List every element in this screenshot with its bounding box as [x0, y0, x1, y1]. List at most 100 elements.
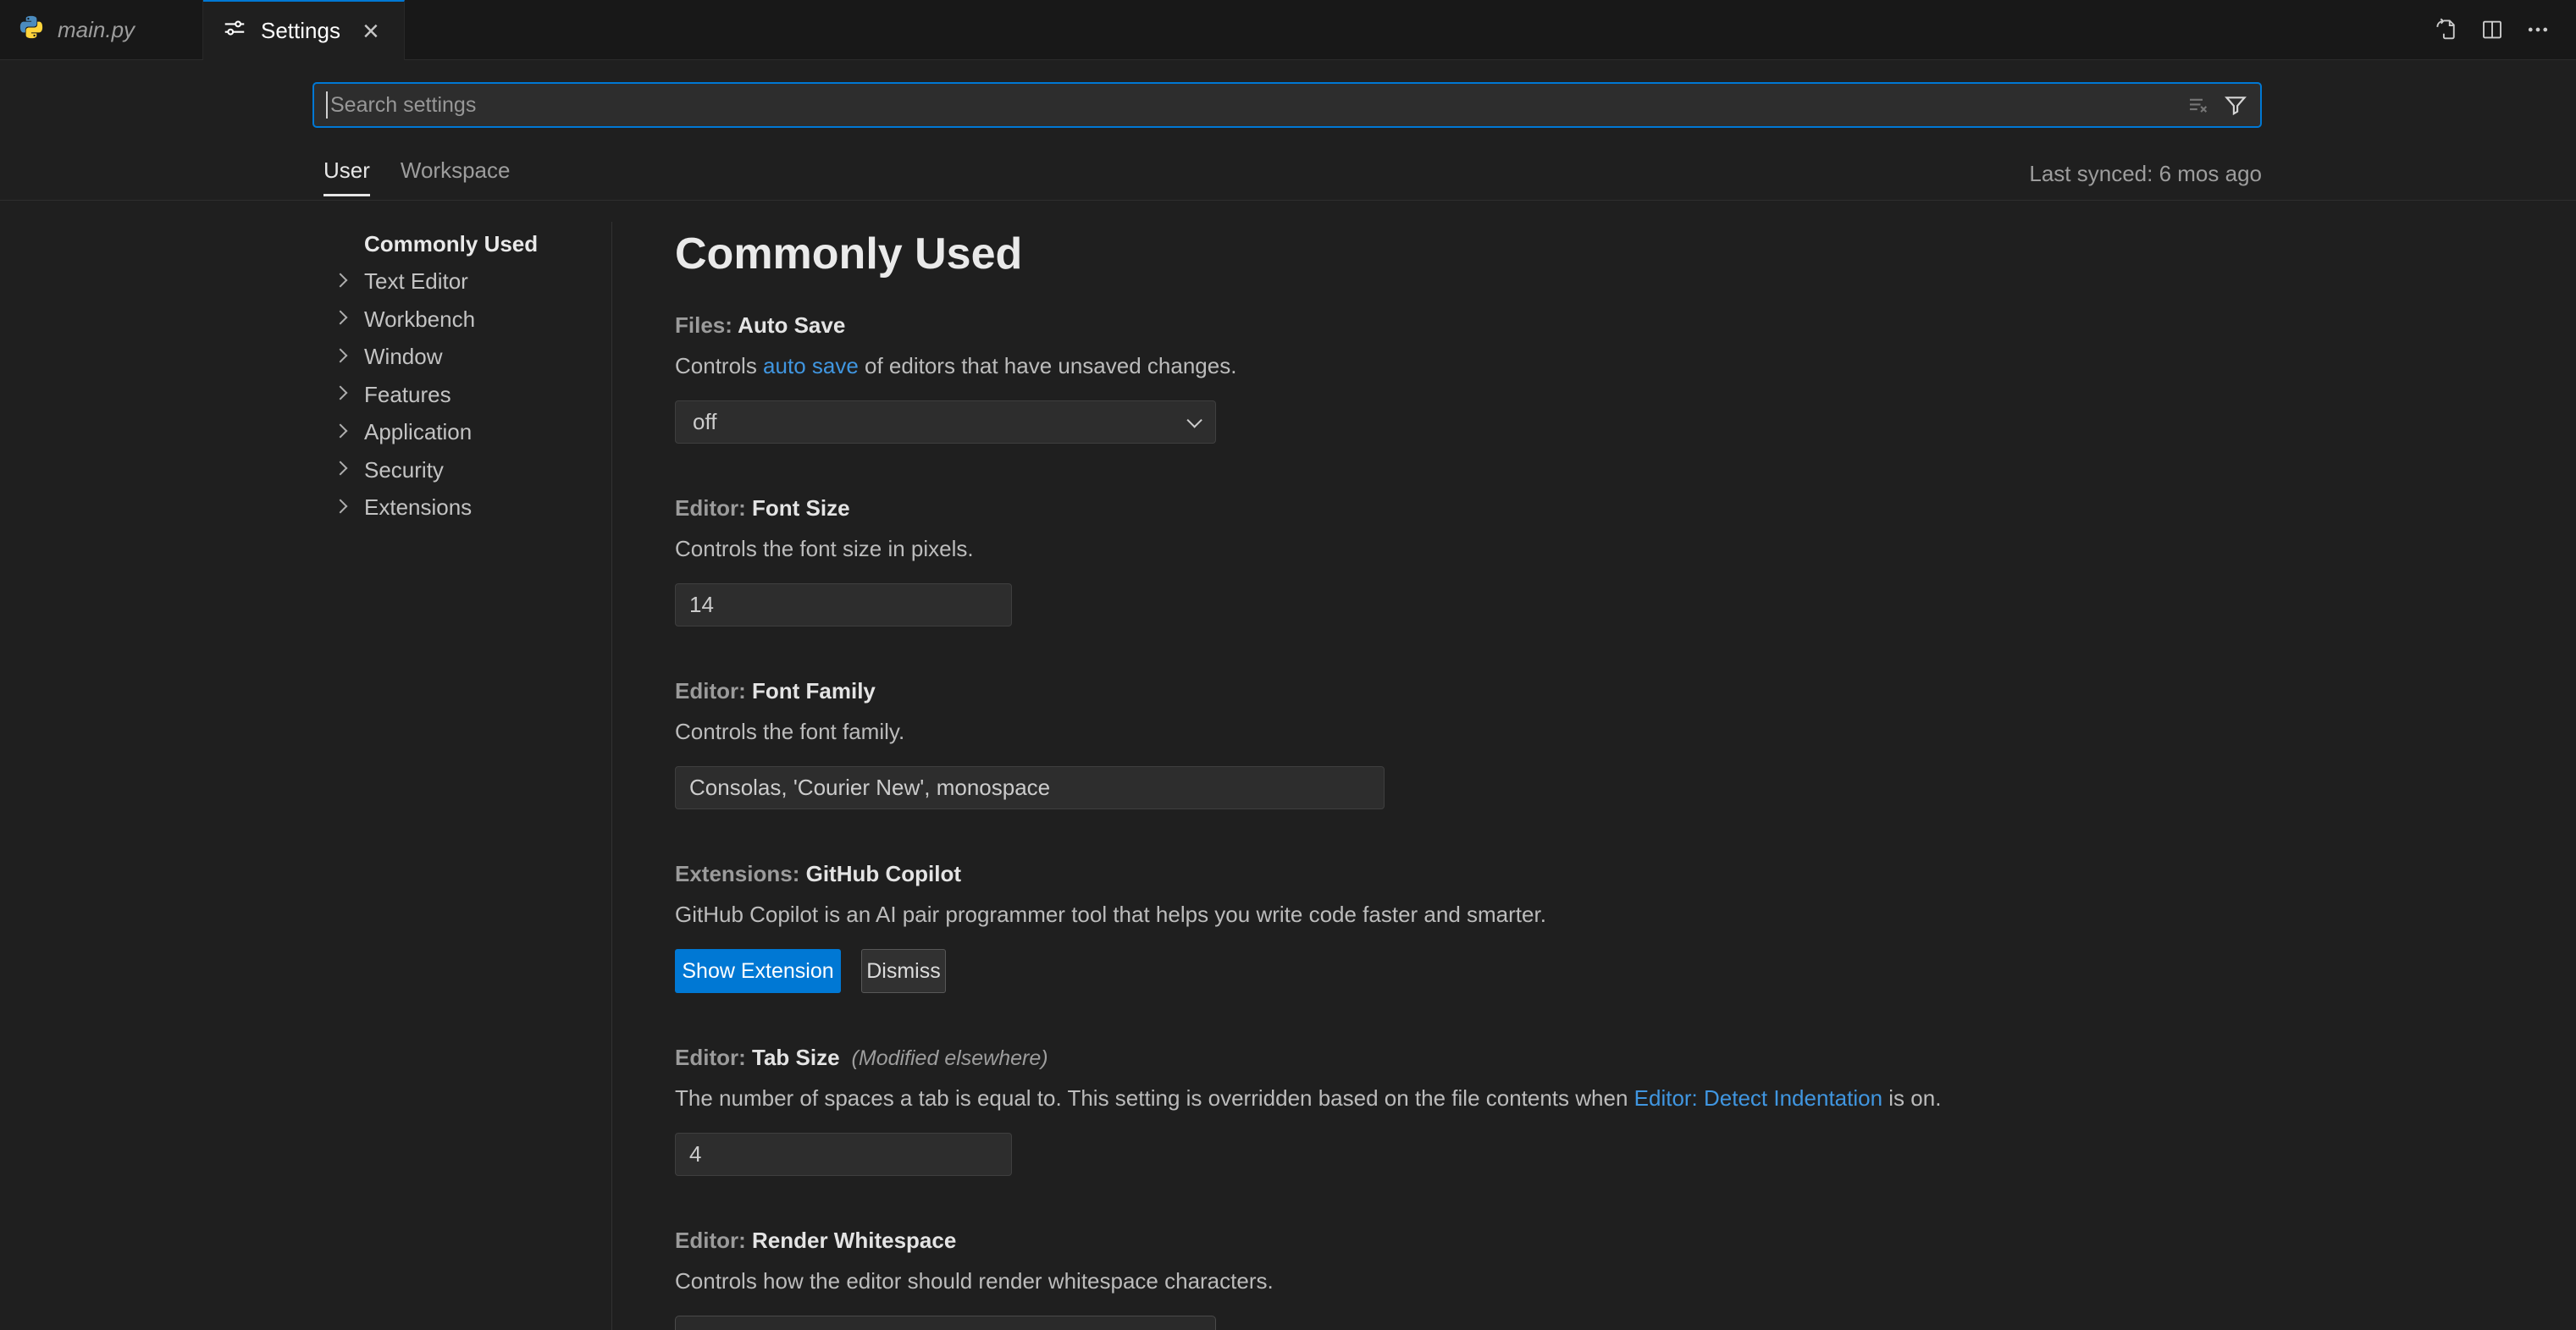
setting-category: Editor: [675, 1045, 752, 1070]
description-text: Controls the font size in pixels. [675, 536, 974, 561]
setting-description: Controls auto save of editors that have … [675, 352, 2240, 379]
toc-label: Window [364, 344, 442, 370]
font-size-input[interactable] [675, 583, 1012, 626]
setting-label: Editor: Render Whitespace [675, 1227, 2240, 1254]
chevron-down-icon [1186, 412, 1202, 428]
setting-label: Editor: Font Family [675, 677, 2240, 704]
settings-toc: Commonly Used Text Editor Workbench Wind… [323, 225, 603, 527]
last-synced-status: Last synced: 6 mos ago [2029, 161, 2262, 187]
toc-item-workbench[interactable]: Workbench [323, 301, 603, 339]
setting-row-files-auto-save: Files: Auto Save Controls auto save of e… [675, 312, 2240, 444]
toc-item-extensions[interactable]: Extensions [323, 489, 603, 527]
clear-search-icon[interactable] [2186, 92, 2211, 118]
modified-elsewhere-note: (Modified elsewhere) [852, 1046, 1048, 1070]
description-text: The number of spaces a tab is equal to. … [675, 1085, 1634, 1111]
toc-label: Extensions [364, 494, 472, 521]
toc-resize-sash[interactable] [611, 222, 612, 1330]
toc-item-security[interactable]: Security [323, 451, 603, 489]
setting-name: Render Whitespace [752, 1228, 956, 1253]
toc-label: Features [364, 382, 451, 408]
setting-name: Tab Size [752, 1045, 840, 1070]
setting-description: Controls the font family. [675, 718, 2240, 745]
toc-item-commonly-used[interactable]: Commonly Used [323, 225, 603, 263]
toc-label: Security [364, 457, 444, 483]
setting-category: Files: [675, 312, 738, 338]
toc-item-window[interactable]: Window [323, 339, 603, 377]
search-actions [2186, 92, 2248, 118]
header-divider [0, 200, 2576, 201]
copilot-actions: Show Extension Dismiss [675, 949, 2240, 993]
setting-name: Font Family [752, 678, 876, 704]
chevron-right-icon [334, 273, 348, 287]
setting-name: Font Size [752, 495, 850, 521]
setting-category: Editor: [675, 678, 752, 704]
split-editor-icon[interactable] [2479, 17, 2505, 42]
chevron-right-icon [334, 461, 348, 476]
chevron-right-icon [334, 348, 348, 362]
page-title: Commonly Used [675, 229, 2240, 279]
setting-description: Controls the font size in pixels. [675, 535, 2240, 562]
setting-category: Editor: [675, 495, 752, 521]
description-text: of editors that have unsaved changes. [859, 353, 1237, 378]
setting-description: The number of spaces a tab is equal to. … [675, 1084, 2240, 1112]
auto-save-select[interactable]: off [675, 400, 1216, 444]
search-input[interactable] [328, 93, 2186, 118]
setting-row-editor-tab-size: Editor: Tab Size (Modified elsewhere) The… [675, 1044, 2240, 1176]
toc-label: Workbench [364, 306, 475, 333]
setting-description: Controls how the editor should render wh… [675, 1267, 2240, 1294]
description-text: Controls how the editor should render wh… [675, 1268, 1274, 1294]
tab-size-input[interactable] [675, 1133, 1012, 1176]
tab-label: main.py [58, 17, 135, 43]
toc-item-application[interactable]: Application [323, 414, 603, 452]
settings-scope-tabs: User Workspace [323, 157, 510, 196]
detect-indentation-link[interactable]: Editor: Detect Indentation [1634, 1085, 1882, 1111]
setting-category: Extensions: [675, 861, 806, 886]
auto-save-link[interactable]: auto save [763, 353, 859, 378]
setting-name: GitHub Copilot [806, 861, 961, 886]
description-text: is on. [1882, 1085, 1941, 1111]
setting-row-editor-font-family: Editor: Font Family Controls the font fa… [675, 677, 2240, 809]
tab-workspace[interactable]: Workspace [401, 157, 511, 196]
setting-label: Editor: Font Size [675, 494, 2240, 522]
setting-description: GitHub Copilot is an AI pair programmer … [675, 901, 2240, 928]
close-icon[interactable]: × [362, 17, 379, 46]
open-settings-json-icon[interactable] [2434, 17, 2459, 42]
settings-sliders-icon [222, 15, 247, 47]
vscode-settings-window: main.py Settings × [0, 0, 2576, 1330]
dismiss-button[interactable]: Dismiss [861, 949, 946, 993]
show-extension-button[interactable]: Show Extension [675, 949, 841, 993]
setting-label: Files: Auto Save [675, 312, 2240, 339]
description-text: Controls [675, 353, 763, 378]
toc-label: Commonly Used [364, 231, 538, 257]
setting-label: Extensions: GitHub Copilot [675, 860, 2240, 887]
setting-category: Editor: [675, 1228, 752, 1253]
settings-search-box [312, 82, 2262, 128]
setting-row-extensions-github-copilot: Extensions: GitHub Copilot GitHub Copilo… [675, 860, 2240, 993]
tab-main-py[interactable]: main.py [0, 0, 203, 59]
toc-item-features[interactable]: Features [323, 376, 603, 414]
render-whitespace-select[interactable] [675, 1316, 1216, 1330]
filter-icon[interactable] [2223, 92, 2248, 118]
toc-item-text-editor[interactable]: Text Editor [323, 263, 603, 301]
python-icon [19, 14, 44, 46]
tab-user[interactable]: User [323, 157, 370, 196]
settings-body: Commonly Used Files: Auto Save Controls … [675, 222, 2240, 1330]
chevron-right-icon [334, 499, 348, 513]
editor-actions [2434, 0, 2551, 59]
toc-label: Application [364, 419, 472, 445]
tab-settings[interactable]: Settings × [203, 0, 405, 60]
chevron-right-icon [334, 311, 348, 325]
font-family-input[interactable] [675, 766, 1385, 809]
setting-label: Editor: Tab Size (Modified elsewhere) [675, 1044, 2240, 1071]
description-text: Controls the font family. [675, 719, 904, 744]
description-text: GitHub Copilot is an AI pair programmer … [675, 902, 1546, 927]
more-actions-icon[interactable] [2525, 17, 2551, 42]
setting-row-editor-render-whitespace: Editor: Render Whitespace Controls how t… [675, 1227, 2240, 1330]
chevron-right-icon [334, 386, 348, 400]
select-value: off [693, 409, 716, 435]
tab-label: Settings [261, 18, 340, 44]
editor-tab-bar: main.py Settings × [0, 0, 2576, 60]
setting-row-editor-font-size: Editor: Font Size Controls the font size… [675, 494, 2240, 626]
toc-label: Text Editor [364, 268, 468, 295]
chevron-right-icon [334, 423, 348, 438]
